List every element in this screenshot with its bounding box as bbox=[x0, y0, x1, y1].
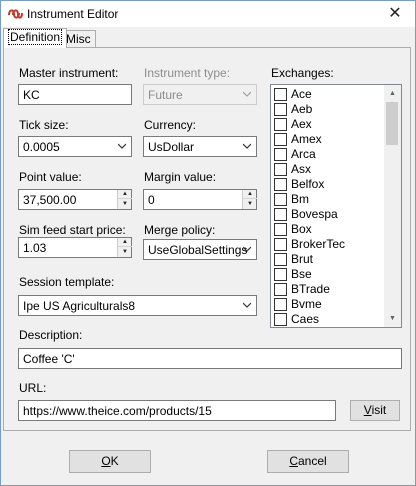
exchange-label: Ace bbox=[291, 87, 312, 101]
tab-definition-label: Definition bbox=[8, 29, 63, 45]
sim-feed-start-price-label: Sim feed start price: bbox=[19, 223, 126, 237]
window-title: Instrument Editor bbox=[27, 7, 119, 21]
cancel-button[interactable]: Cancel bbox=[267, 450, 349, 473]
exchange-label: Amex bbox=[291, 132, 322, 146]
checkbox[interactable] bbox=[274, 268, 287, 281]
spin-down-icon[interactable]: ▼ bbox=[243, 200, 257, 209]
visit-button-label: Visit bbox=[363, 403, 387, 417]
description-input[interactable]: Coffee 'C' bbox=[18, 348, 402, 369]
checkbox[interactable] bbox=[274, 148, 287, 161]
instrument-editor-window: Instrument Editor ✕ Definition Misc Mast… bbox=[0, 0, 416, 486]
merge-policy-select[interactable]: UseGlobalSettings bbox=[143, 239, 257, 260]
description-label: Description: bbox=[19, 328, 83, 342]
exchange-label: Bvme bbox=[291, 297, 322, 311]
checkbox[interactable] bbox=[274, 103, 287, 116]
sim-feed-start-price-stepper[interactable]: 1.03 ▲ ▼ bbox=[18, 237, 132, 258]
merge-policy-value: UseGlobalSettings bbox=[148, 243, 248, 257]
sim-feed-spin-buttons: ▲ ▼ bbox=[117, 238, 132, 257]
exchanges-list[interactable]: Ace Aeb Aex Amex Arca Asx Belfox Bm Bove… bbox=[270, 84, 402, 328]
chevron-down-icon bbox=[243, 246, 251, 252]
exchange-label: Arca bbox=[291, 147, 316, 161]
tick-size-value: 0.0005 bbox=[23, 140, 60, 154]
exchange-label: Bm bbox=[291, 192, 309, 206]
master-instrument-input[interactable]: KC bbox=[18, 84, 132, 105]
sim-feed-start-price-value: 1.03 bbox=[23, 241, 47, 255]
checkbox[interactable] bbox=[274, 133, 287, 146]
chevron-down-icon bbox=[243, 302, 251, 308]
checkbox[interactable] bbox=[274, 283, 287, 296]
chevron-down-icon bbox=[118, 143, 126, 149]
session-template-label: Session template: bbox=[19, 275, 115, 289]
exchanges-scrollbar[interactable]: ▲ ▼ bbox=[384, 85, 401, 327]
url-input[interactable]: https://www.theice.com/products/15 bbox=[18, 400, 336, 421]
spin-down-icon[interactable]: ▼ bbox=[118, 248, 132, 257]
definition-panel: Master instrument: KC Instrument type: F… bbox=[3, 47, 411, 431]
checkbox[interactable] bbox=[274, 178, 287, 191]
checkbox[interactable] bbox=[274, 193, 287, 206]
checkbox[interactable] bbox=[274, 223, 287, 236]
margin-value-stepper[interactable]: 0 ▲ ▼ bbox=[143, 189, 257, 210]
margin-value-label: Margin value: bbox=[144, 170, 217, 184]
checkbox[interactable] bbox=[274, 238, 287, 251]
exchange-label: Caes bbox=[291, 312, 320, 326]
session-template-select[interactable]: Ipe US Agriculturals8 bbox=[18, 295, 257, 316]
exchange-label: Asx bbox=[291, 162, 312, 176]
master-instrument-label: Master instrument: bbox=[19, 66, 119, 80]
currency-select[interactable]: UsDollar bbox=[143, 136, 257, 157]
currency-label: Currency: bbox=[144, 118, 197, 132]
spin-up-icon[interactable]: ▲ bbox=[243, 190, 257, 199]
title-bar[interactable]: Instrument Editor ✕ bbox=[1, 1, 415, 27]
checkbox[interactable] bbox=[274, 253, 287, 266]
chevron-down-icon bbox=[243, 143, 251, 149]
instrument-type-label: Instrument type: bbox=[144, 66, 231, 80]
point-value-stepper[interactable]: 37,500.00 ▲ ▼ bbox=[18, 189, 132, 210]
spin-up-icon[interactable]: ▲ bbox=[118, 190, 132, 199]
exchange-label: Box bbox=[291, 222, 312, 236]
margin-value-value: 0 bbox=[148, 193, 155, 207]
exchanges-label: Exchanges: bbox=[271, 66, 334, 80]
spin-up-icon[interactable]: ▲ bbox=[118, 238, 132, 247]
exchange-label: Aex bbox=[291, 117, 312, 131]
checkbox[interactable] bbox=[274, 298, 287, 311]
exchange-label: Bse bbox=[291, 267, 312, 281]
exchange-label: Aeb bbox=[291, 102, 313, 116]
instrument-type-select: Future bbox=[143, 84, 257, 105]
spin-down-icon[interactable]: ▼ bbox=[118, 200, 132, 209]
scroll-thumb[interactable] bbox=[386, 102, 398, 145]
exchange-label: BTrade bbox=[291, 282, 330, 296]
exchange-label: Bovespa bbox=[291, 207, 338, 221]
exchange-label: BrokerTec bbox=[291, 237, 346, 251]
ok-button-label: OK bbox=[101, 454, 119, 468]
checkbox[interactable] bbox=[274, 118, 287, 131]
scroll-down-icon[interactable]: ▼ bbox=[384, 310, 401, 327]
checkbox[interactable] bbox=[274, 313, 287, 326]
checkbox[interactable] bbox=[274, 163, 287, 176]
chevron-down-icon bbox=[243, 91, 251, 97]
exchange-label: Belfox bbox=[291, 177, 325, 191]
point-value-value: 37,500.00 bbox=[23, 193, 77, 207]
ok-button[interactable]: OK bbox=[69, 450, 151, 473]
exchange-label: Brut bbox=[291, 252, 314, 266]
point-value-label: Point value: bbox=[19, 170, 82, 184]
tab-misc-label: Misc bbox=[66, 32, 91, 46]
app-logo-icon bbox=[8, 9, 23, 19]
scroll-up-icon[interactable]: ▲ bbox=[384, 85, 401, 102]
visit-button[interactable]: Visit bbox=[350, 400, 400, 421]
instrument-type-value: Future bbox=[148, 88, 183, 102]
url-label: URL: bbox=[19, 381, 47, 395]
margin-value-spin-buttons: ▲ ▼ bbox=[242, 190, 257, 209]
close-button[interactable]: ✕ bbox=[385, 4, 405, 24]
currency-value: UsDollar bbox=[148, 140, 195, 154]
point-value-spin-buttons: ▲ ▼ bbox=[117, 190, 132, 209]
merge-policy-label: Merge policy: bbox=[144, 223, 216, 237]
tick-size-label: Tick size: bbox=[19, 118, 69, 132]
cancel-button-label: Cancel bbox=[289, 454, 327, 468]
checkbox[interactable] bbox=[274, 88, 287, 101]
checkbox[interactable] bbox=[274, 208, 287, 221]
tick-size-select[interactable]: 0.0005 bbox=[18, 136, 132, 157]
session-template-value: Ipe US Agriculturals8 bbox=[23, 299, 136, 313]
tab-definition[interactable]: Definition bbox=[3, 28, 68, 48]
